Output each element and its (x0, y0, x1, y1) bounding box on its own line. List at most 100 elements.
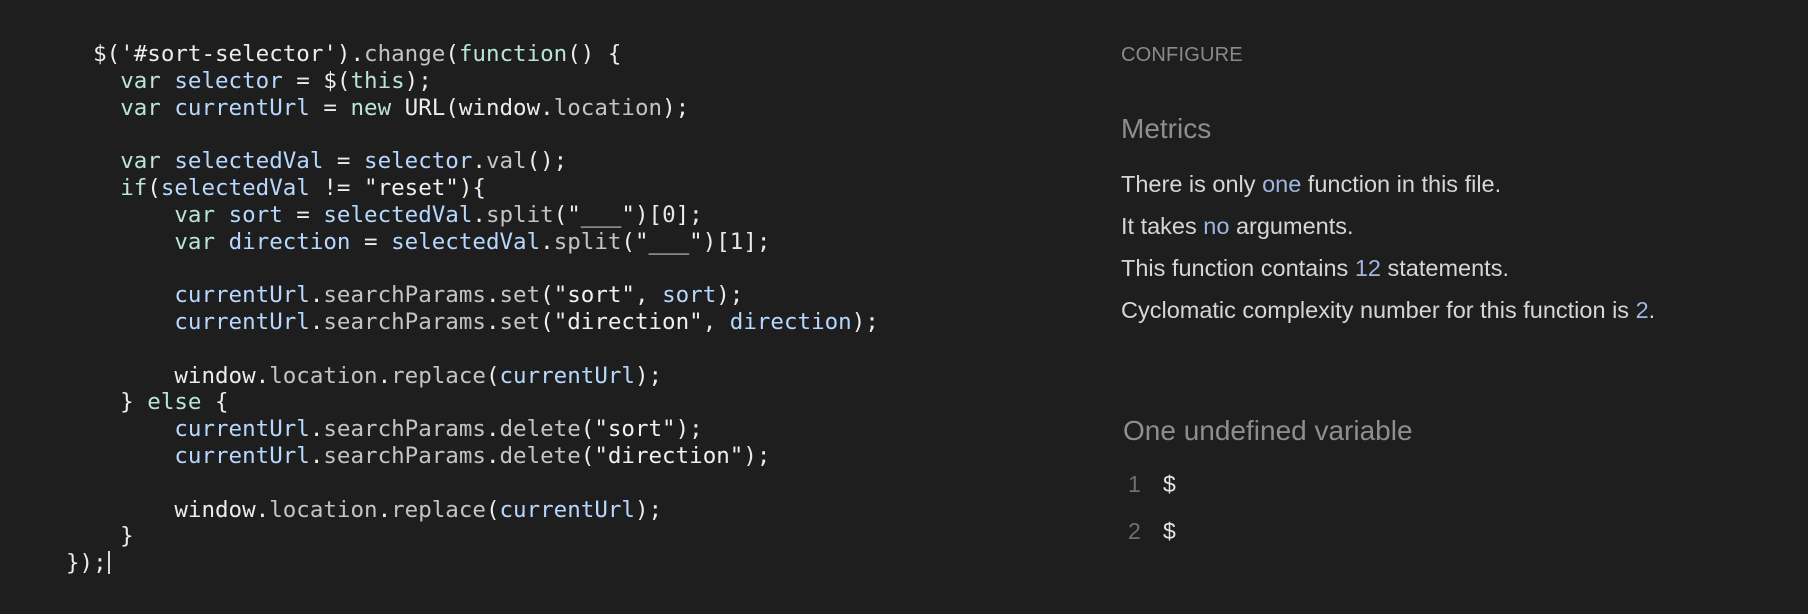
code-token: . (309, 442, 324, 469)
metric-text: There is only (1121, 171, 1263, 197)
code-token: ]; (675, 201, 703, 228)
code-token: () { (567, 41, 622, 67)
code-token: split (553, 228, 622, 255)
code-token: , (702, 308, 730, 335)
code-token: . (540, 228, 554, 255)
code-token: ){ (458, 174, 486, 201)
code-token: ( (485, 496, 500, 523)
metric-cyclomatic-complexity: Cyclomatic complexity number for this fu… (1121, 297, 1655, 324)
code-token: "direction" (553, 308, 703, 335)
code-token: (); (526, 148, 568, 175)
code-token: }); (66, 550, 107, 577)
code-token: )[ (634, 201, 663, 228)
code-token: location (269, 496, 378, 523)
code-token: ( (485, 362, 500, 389)
metric-text: Cyclomatic complexity number for this fu… (1121, 297, 1636, 323)
code-token: . (350, 41, 365, 67)
code-token: . (485, 442, 500, 469)
code-token: var (120, 67, 161, 94)
code-token: replace (391, 362, 486, 389)
code-token: "reset" (364, 174, 459, 201)
code-token: = (282, 201, 324, 228)
code-token: ( (540, 308, 554, 335)
metric-value: no (1203, 213, 1230, 239)
code-token: selector (174, 67, 283, 94)
code-token: ( (580, 442, 595, 469)
undefined-variables-title: One undefined variable (1123, 415, 1413, 446)
code-token: $('#sort-selector') (93, 41, 351, 67)
code-token: location (553, 94, 663, 121)
code-token: currentUrl (174, 442, 310, 469)
code-token: "sort" (553, 282, 635, 309)
undefined-variable-item[interactable]: 2 $ (1128, 518, 1176, 545)
code-token: ); (743, 442, 771, 469)
code-line: $('#sort-selector').change(function() { (66, 41, 879, 68)
code-token: ( (147, 174, 161, 201)
code-token: , (634, 282, 663, 309)
code-token: currentUrl (499, 496, 635, 523)
code-token: 1 (729, 228, 744, 255)
code-line: var selector = $(this); (66, 68, 879, 95)
code-token: ( (621, 228, 635, 255)
code-token: change (364, 41, 446, 67)
code-token: var (174, 201, 216, 228)
code-token: sort (662, 282, 717, 309)
code-editor[interactable]: $('#sort-selector').change(function() { … (0, 0, 1080, 614)
code-token: ); (634, 496, 663, 523)
code-line: window.location.replace(currentUrl); (66, 363, 879, 390)
code-token: . (485, 308, 500, 335)
code-token: ); (675, 416, 703, 443)
code-line: window.location.replace(currentUrl); (66, 497, 879, 524)
metric-text: arguments. (1229, 213, 1354, 239)
code-token: set (499, 282, 541, 309)
code-token: if (120, 174, 148, 201)
code-token: searchParams (323, 416, 486, 443)
code-token: } (66, 389, 148, 416)
code-line: } else { (66, 389, 879, 416)
code-token: split (485, 201, 554, 228)
code-token: "___" (634, 228, 703, 255)
configure-link[interactable]: CONFIGURE (1121, 44, 1243, 67)
metric-text: It takes (1121, 213, 1204, 239)
code-token: )[ (702, 228, 730, 255)
code-token: replace (391, 496, 486, 523)
code-token: searchParams (323, 308, 486, 335)
code-token: var (120, 148, 161, 175)
metric-arguments: It takes no arguments. (1121, 213, 1354, 240)
code-token: window. (66, 362, 270, 389)
metric-statements: This function contains 12 statements. (1121, 255, 1509, 282)
code-token: currentUrl (174, 94, 310, 121)
undefined-variable-item[interactable]: 1 $ (1128, 471, 1176, 498)
code-line: var currentUrl = new URL(window.location… (66, 95, 879, 122)
code-line: currentUrl.searchParams.delete("directio… (66, 443, 879, 470)
code-token: != (309, 174, 365, 201)
code-token: selectedVal (160, 174, 310, 201)
metric-text: . (1648, 297, 1656, 323)
code-token: ]; (743, 228, 771, 255)
code-token: ); (716, 282, 744, 309)
code-token: = (309, 94, 351, 121)
code-token: ( (445, 41, 459, 67)
code-line: currentUrl.searchParams.set("direction",… (66, 308, 878, 336)
code-token: var (120, 94, 161, 121)
code-token: ); (662, 94, 690, 121)
code-token: ( (580, 416, 595, 443)
code-token: set (499, 308, 541, 335)
metric-function-count: There is only one function in this file. (1121, 171, 1501, 198)
code-token: direction (228, 228, 351, 255)
